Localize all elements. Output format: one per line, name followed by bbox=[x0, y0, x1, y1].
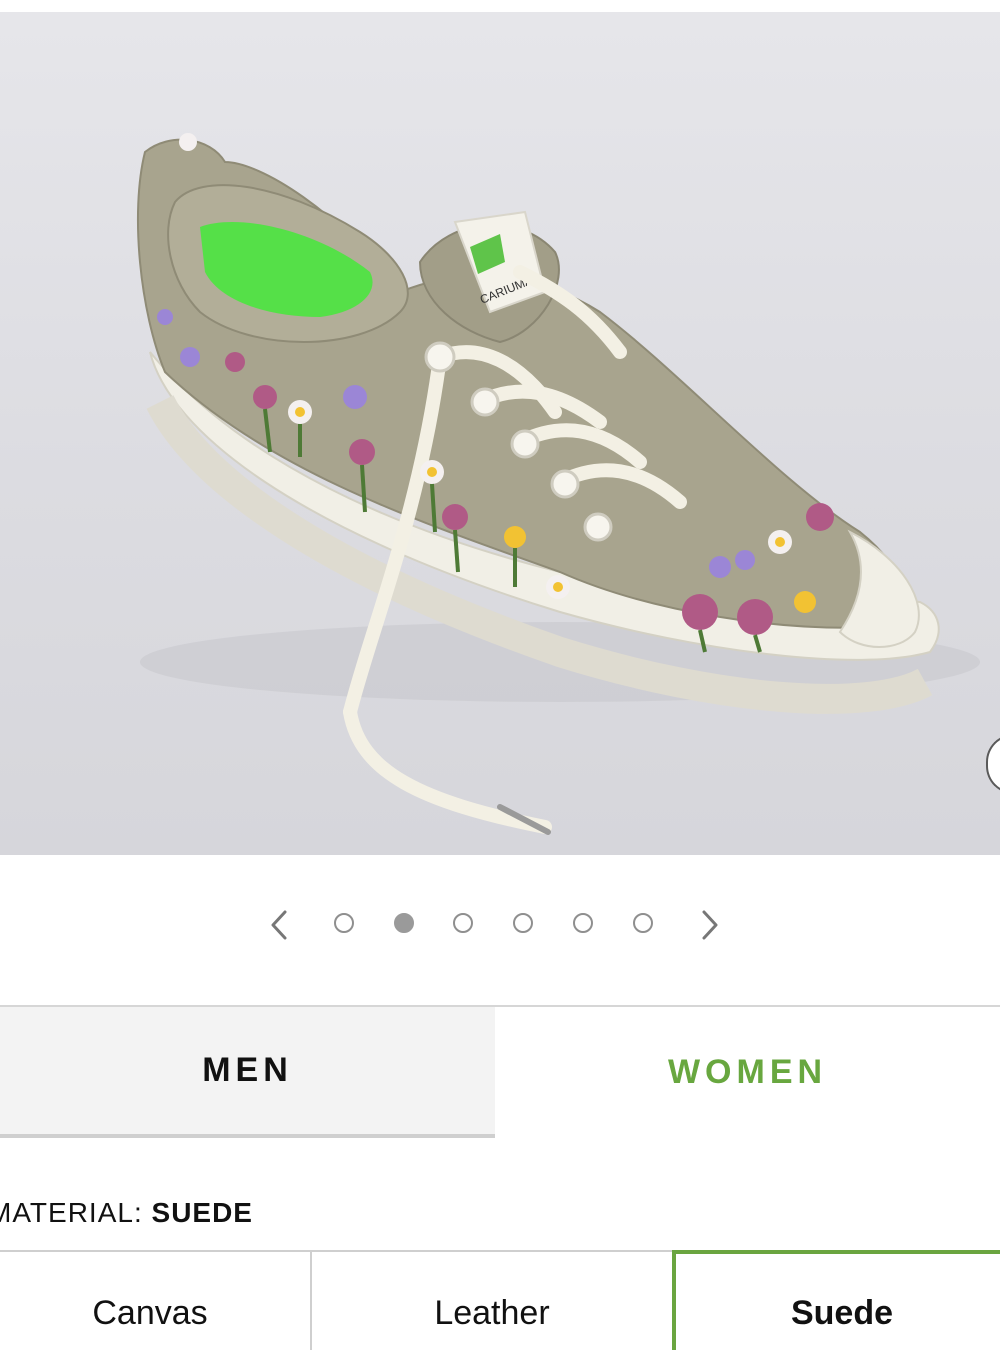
carousel-pagination bbox=[0, 900, 1000, 950]
chevron-right-icon[interactable] bbox=[694, 900, 724, 950]
material-label-text: MATERIAL: bbox=[0, 1197, 152, 1228]
product-image[interactable]: CARIUMA bbox=[0, 12, 1000, 855]
chevron-left-icon[interactable] bbox=[265, 900, 295, 950]
gender-selector: MEN WOMEN bbox=[0, 1005, 1000, 1140]
material-option-canvas[interactable]: Canvas bbox=[0, 1250, 312, 1350]
men-tab[interactable]: MEN bbox=[0, 1005, 497, 1138]
carousel-dot[interactable] bbox=[633, 913, 653, 933]
carousel-dot[interactable] bbox=[334, 913, 354, 933]
women-tab[interactable]: WOMEN bbox=[495, 1005, 1000, 1138]
material-option-suede[interactable]: Suede bbox=[672, 1250, 1000, 1350]
material-selected-value: SUEDE bbox=[151, 1197, 253, 1228]
carousel-dot-active[interactable] bbox=[394, 913, 414, 933]
material-options: Canvas Leather Suede bbox=[0, 1250, 1000, 1350]
carousel-dot[interactable] bbox=[573, 913, 593, 933]
material-option-leather[interactable]: Leather bbox=[312, 1250, 672, 1350]
material-heading: MATERIAL: SUEDE bbox=[0, 1197, 253, 1229]
carousel-dot[interactable] bbox=[513, 913, 533, 933]
sneaker-illustration: CARIUMA bbox=[136, 133, 980, 835]
carousel-dot[interactable] bbox=[453, 913, 473, 933]
